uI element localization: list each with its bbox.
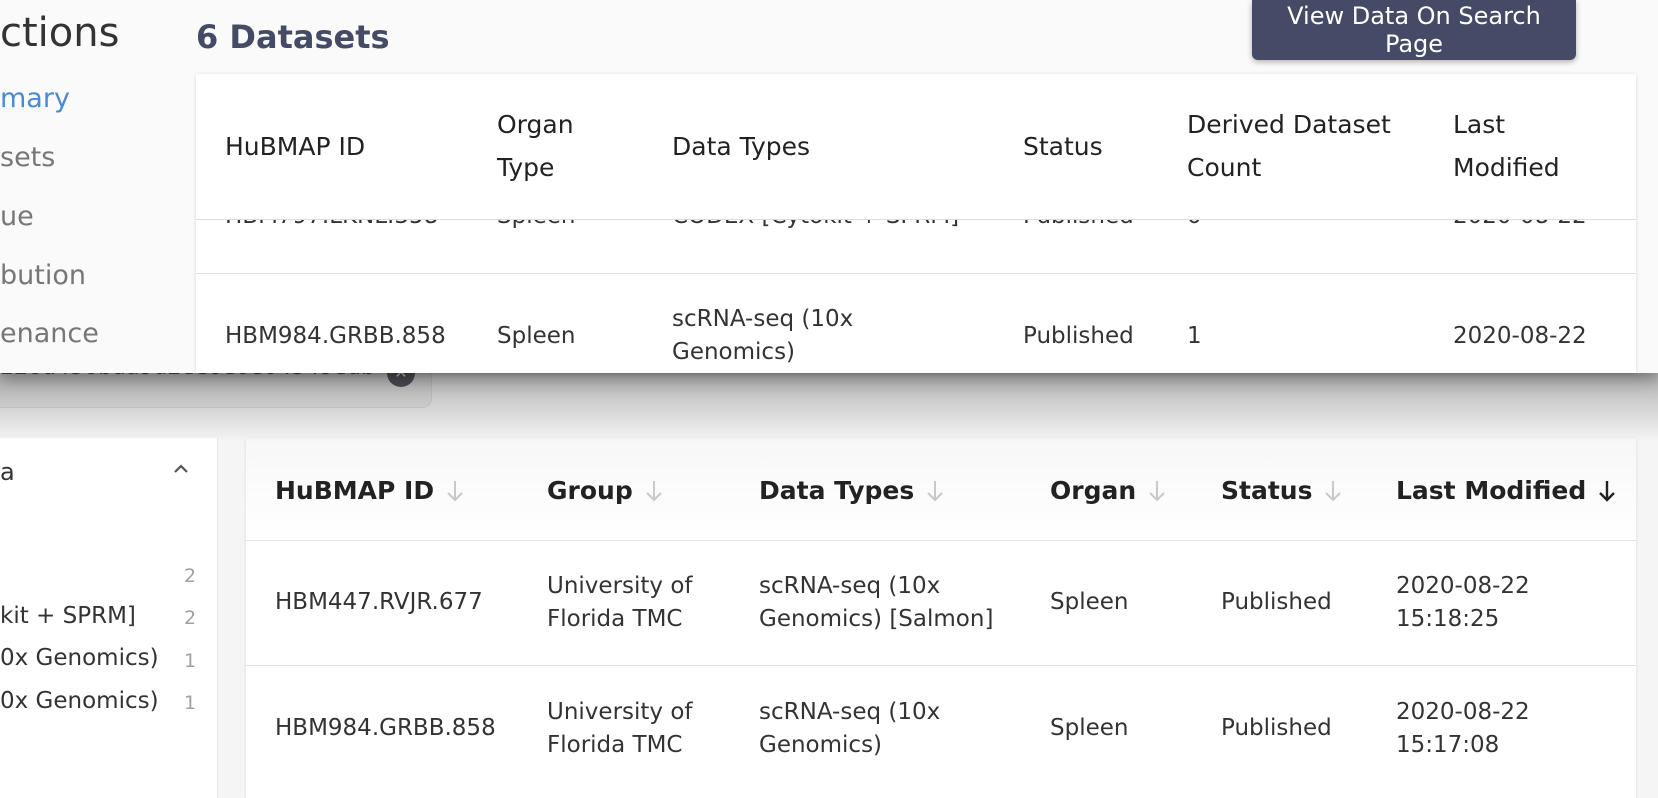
column-header-last-modified[interactable]: Last Modified [1396, 476, 1618, 505]
column-header-label: Group [547, 476, 633, 505]
group-cell: University of [547, 573, 693, 599]
facet-item-label[interactable]: kit + SPRM] [0, 603, 136, 629]
organ-cell: Spleen [1050, 715, 1129, 741]
last-modified-cell: 2020-08-22 [1396, 573, 1530, 599]
sidebar-item-summary[interactable]: mary [0, 83, 70, 114]
column-header-label: HuBMAP ID [275, 476, 435, 505]
sort-arrow-icon [1149, 480, 1165, 501]
row-divider [196, 273, 1636, 274]
column-header-label: Last Modified [1396, 476, 1587, 505]
hubmap-id-link[interactable]: HBM984.GRBB.858 [225, 320, 446, 353]
column-header-last-modified[interactable]: Last [1453, 103, 1505, 146]
column-header-organ-type[interactable]: Organ [497, 103, 574, 146]
status-cell: Published [1023, 323, 1134, 349]
facet-item-count: 1 [184, 650, 197, 672]
sort-arrow-icon [1599, 480, 1616, 502]
sort-arrow-icon [447, 480, 463, 501]
column-header-label: Organ [1050, 476, 1137, 505]
data-types-cell: scRNA-seq (10x [672, 306, 854, 332]
sidebar-item-tissue[interactable]: ue [0, 201, 34, 232]
status-cell: Published [1221, 589, 1332, 615]
sidebar-title: ctions [0, 10, 120, 56]
last-modified-cell: 2020-08-22 [1396, 699, 1530, 725]
sidebar-item-provenance[interactable]: enance [0, 318, 99, 349]
group-cell: Florida TMC [547, 732, 683, 758]
organ-cell: Spleen [1050, 589, 1129, 615]
overlay-shadow [0, 370, 1658, 442]
sort-arrow-icon [927, 480, 943, 501]
last-modified-cell: 15:17:08 [1396, 732, 1500, 758]
last-modified-cell: 2020-08-22 [1453, 323, 1587, 349]
sort-arrow-icon [1325, 480, 1342, 501]
data-types-cell: Genomics) [759, 732, 883, 758]
group-cell: University of [547, 699, 693, 725]
datasets-table-header: HuBMAP ID Organ Type Data Types Status D… [196, 74, 1636, 220]
derived-count-cell: 1 [1187, 323, 1202, 349]
sort-arrow-icon [646, 480, 662, 501]
column-header-hubmap-id[interactable]: HuBMAP ID [225, 125, 365, 168]
facet-item-count: 1 [184, 692, 197, 714]
data-types-cell: scRNA-seq (10x [759, 699, 941, 725]
facet-title[interactable]: a [0, 458, 15, 486]
facet-item-label[interactable]: 0x Genomics) [0, 645, 159, 671]
status-cell: Published [1221, 715, 1332, 741]
facet-item-label[interactable]: 0x Genomics) [0, 688, 159, 714]
column-header-status[interactable]: Status [1221, 476, 1344, 505]
facet-item-count: 2 [184, 607, 197, 629]
column-header-data-types[interactable]: Data Types [759, 476, 946, 505]
facet-item-count: 2 [184, 565, 197, 587]
data-types-cell: Genomics) [672, 339, 796, 365]
collection-page: ctions mary sets ue bution enance 6 Data… [0, 0, 1658, 373]
data-types-cell: Genomics) [Salmon] [759, 606, 994, 632]
view-data-on-search-page-button[interactable]: View Data On Search Page [1252, 0, 1576, 60]
column-header-status[interactable]: Status [1023, 125, 1103, 168]
row-divider [246, 665, 1636, 666]
column-header-label: Status [1221, 476, 1313, 505]
sidebar-item-attribution[interactable]: bution [0, 260, 86, 291]
datasets-table: HuBMAP ID Organ Type Data Types Status D… [196, 74, 1636, 373]
column-header-group[interactable]: Group [547, 476, 665, 505]
data-types-cell: scRNA-seq (10x [759, 573, 941, 599]
column-header-data-types[interactable]: Data Types [672, 125, 810, 168]
column-header-organ-type[interactable]: Type [497, 146, 554, 189]
column-header-organ[interactable]: Organ [1050, 476, 1168, 505]
datasets-count-title: 6 Datasets [196, 18, 390, 56]
results-table: HuBMAP ID Group Data Types Organ Status … [246, 438, 1636, 798]
column-header-label: Data Types [759, 476, 915, 505]
column-header-derived-count[interactable]: Count [1187, 146, 1261, 189]
organ-cell: Spleen [497, 323, 576, 349]
hubmap-id-link[interactable]: HBM447.RVJR.677 [275, 586, 483, 619]
column-header-last-modified[interactable]: Modified [1453, 146, 1560, 189]
chevron-up-icon[interactable] [168, 456, 194, 482]
hubmap-id-link[interactable]: HBM984.GRBB.858 [275, 712, 496, 745]
column-header-derived-count[interactable]: Derived Dataset [1187, 103, 1391, 146]
column-header-hubmap-id[interactable]: HuBMAP ID [275, 476, 466, 505]
last-modified-cell: 15:18:25 [1396, 606, 1500, 632]
sidebar-item-datasets[interactable]: sets [0, 142, 55, 173]
group-cell: Florida TMC [547, 606, 683, 632]
